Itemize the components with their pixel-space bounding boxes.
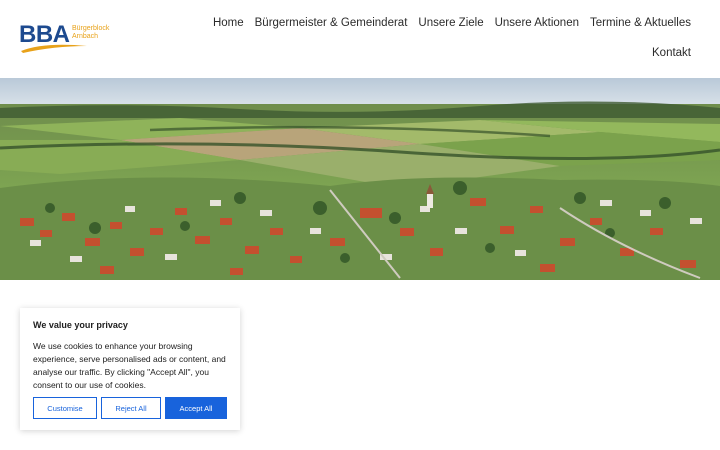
nav-item-buergermeister[interactable]: Bürgermeister & Gemeinderat bbox=[255, 17, 408, 29]
logo-subtitle-line1: Bürgerblock bbox=[72, 25, 110, 32]
reject-all-button[interactable]: Reject All bbox=[101, 397, 161, 419]
nav-item-termine[interactable]: Termine & Aktuelles bbox=[590, 17, 691, 29]
logo-swoosh-icon bbox=[21, 44, 87, 53]
cookie-consent-banner: We value your privacy We use cookies to … bbox=[20, 308, 240, 430]
site-logo[interactable]: BBA Bürgerblock Arnbach bbox=[19, 22, 119, 54]
accept-all-button[interactable]: Accept All bbox=[165, 397, 227, 419]
nav-item-ziele[interactable]: Unsere Ziele bbox=[418, 17, 483, 29]
site-header: BBA Bürgerblock Arnbach Home Bürgermeist… bbox=[0, 0, 720, 78]
nav-row-secondary: Kontakt bbox=[231, 47, 691, 59]
cookie-description: We use cookies to enhance your browsing … bbox=[33, 341, 226, 390]
main-navigation: Home Bürgermeister & Gemeinderat Unsere … bbox=[213, 17, 691, 59]
nav-item-kontakt[interactable]: Kontakt bbox=[652, 47, 691, 59]
cookie-title: We value your privacy bbox=[33, 320, 128, 330]
nav-item-aktionen[interactable]: Unsere Aktionen bbox=[495, 17, 579, 29]
customise-button[interactable]: Customise bbox=[33, 397, 97, 419]
logo-subtitle: Bürgerblock Arnbach bbox=[72, 25, 109, 41]
aerial-village-photo-icon bbox=[0, 78, 720, 280]
nav-row-primary: Home Bürgermeister & Gemeinderat Unsere … bbox=[213, 17, 691, 29]
nav-item-home[interactable]: Home bbox=[213, 17, 244, 29]
hero-image bbox=[0, 78, 720, 280]
cookie-button-group: Customise Reject All Accept All bbox=[33, 397, 227, 419]
